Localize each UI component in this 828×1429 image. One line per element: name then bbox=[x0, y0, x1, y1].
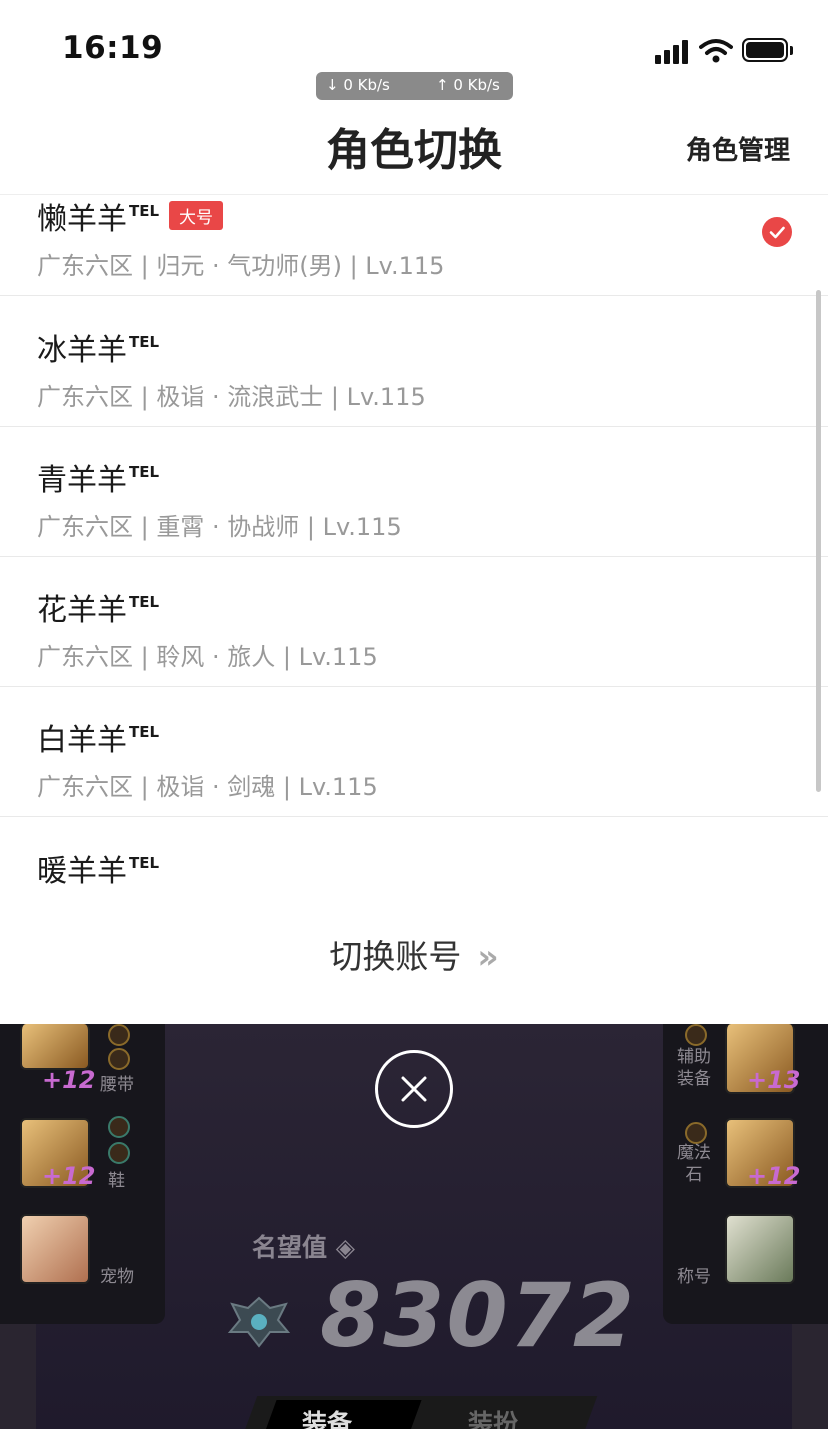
role-row[interactable]: 青羊羊 TEL 广东六区 | 重霄 · 协战师 | Lv.115 bbox=[0, 427, 828, 557]
list-scrollbar[interactable] bbox=[816, 290, 821, 792]
role-detail: 广东六区 | 聆风 · 旅人 | Lv.115 bbox=[37, 643, 378, 671]
signal-icon bbox=[655, 38, 689, 64]
role-name: 暖羊羊 TEL bbox=[37, 854, 160, 889]
game-background: +12 腰带 +12 鞋 宠物 辅助 装备 +13 魔法 石 +12 称号 名望… bbox=[0, 1024, 828, 1429]
equipment-slot[interactable] bbox=[20, 1024, 90, 1070]
status-bar: 16:19 ↓ 0 Kb/s ↑ 0 Kb/s bbox=[0, 0, 828, 100]
title-slot[interactable] bbox=[725, 1214, 795, 1284]
rank-emblem-icon bbox=[227, 1296, 291, 1348]
role-list[interactable]: 懒羊羊 TEL 大号 广东六区 | 归元 · 气功师(男) | Lv.115 冰羊羊… bbox=[0, 195, 828, 890]
double-chevron-right-icon: » bbox=[477, 937, 499, 976]
role-tag: TEL bbox=[129, 202, 160, 220]
tab-appearance[interactable]: 装扮 bbox=[468, 1404, 518, 1429]
fame-label: 名望值 ◈ bbox=[252, 1233, 355, 1262]
role-tag: TEL bbox=[129, 333, 160, 351]
role-name: 懒羊羊 TEL 大号 bbox=[37, 195, 224, 238]
role-tag: TEL bbox=[129, 854, 160, 872]
orb-icon bbox=[685, 1024, 707, 1046]
slot-label: 魔法 石 bbox=[677, 1143, 711, 1185]
role-detail: 广东六区 | 极诣 · 剑魂 | Lv.115 bbox=[37, 773, 378, 801]
role-row[interactable]: 白羊羊 TEL 广东六区 | 极诣 · 剑魂 | Lv.115 bbox=[0, 687, 828, 817]
header: 角色切换 角色管理 bbox=[0, 100, 828, 195]
role-row[interactable]: 暖羊羊 TEL bbox=[0, 818, 828, 890]
role-manage-button[interactable]: 角色管理 bbox=[686, 130, 790, 167]
role-row[interactable]: 花羊羊 TEL 广东六区 | 聆风 · 旅人 | Lv.115 bbox=[0, 557, 828, 687]
download-speed: ↓ 0 Kb/s bbox=[326, 76, 390, 94]
fame-value: 83072 bbox=[320, 1264, 637, 1367]
orb-icon bbox=[108, 1048, 130, 1070]
close-icon bbox=[401, 1076, 427, 1102]
role-detail: 广东六区 | 极诣 · 流浪武士 | Lv.115 bbox=[37, 383, 426, 411]
main-account-badge: 大号 bbox=[169, 201, 224, 230]
enhance-level: +12 bbox=[42, 1066, 96, 1094]
switch-account-button[interactable]: 切换账号» bbox=[0, 930, 828, 978]
upload-speed: ↑ 0 Kb/s bbox=[436, 76, 500, 94]
role-row[interactable]: 冰羊羊 TEL 广东六区 | 极诣 · 流浪武士 | Lv.115 bbox=[0, 297, 828, 427]
role-name: 青羊羊 TEL bbox=[37, 463, 160, 498]
role-name: 冰羊羊 TEL bbox=[37, 333, 160, 368]
enhance-level: +12 bbox=[42, 1162, 96, 1190]
network-speed-pill: ↓ 0 Kb/s ↑ 0 Kb/s bbox=[316, 72, 513, 100]
role-detail: 广东六区 | 重霄 · 协战师 | Lv.115 bbox=[37, 513, 402, 541]
orb-icon bbox=[685, 1122, 707, 1144]
role-detail: 广东六区 | 归元 · 气功师(男) | Lv.115 bbox=[37, 252, 445, 280]
pet-slot[interactable] bbox=[20, 1214, 90, 1284]
slot-label: 腰带 bbox=[100, 1075, 134, 1095]
tab-equipment[interactable]: 装备 bbox=[302, 1404, 352, 1429]
role-name: 白羊羊 TEL bbox=[37, 723, 160, 758]
left-equipment-panel: +12 腰带 +12 鞋 宠物 bbox=[0, 1024, 165, 1324]
orb-icon bbox=[108, 1024, 130, 1046]
close-button[interactable] bbox=[375, 1050, 453, 1128]
status-time: 16:19 bbox=[62, 30, 164, 66]
enhance-level: +12 bbox=[747, 1162, 801, 1190]
orb-icon bbox=[108, 1142, 130, 1164]
role-name: 花羊羊 TEL bbox=[37, 593, 160, 628]
enhance-level: +13 bbox=[747, 1066, 801, 1094]
orb-icon bbox=[108, 1116, 130, 1138]
slot-label: 称号 bbox=[677, 1267, 711, 1287]
slot-label: 鞋 bbox=[108, 1171, 125, 1191]
switch-account-area: 切换账号» bbox=[0, 890, 828, 1024]
right-equipment-panel: 辅助 装备 +13 魔法 石 +12 称号 bbox=[663, 1024, 828, 1324]
role-tag: TEL bbox=[129, 463, 160, 481]
role-row[interactable]: 懒羊羊 TEL 大号 广东六区 | 归元 · 气功师(男) | Lv.115 bbox=[0, 195, 828, 296]
role-tag: TEL bbox=[129, 593, 160, 611]
slot-label: 辅助 装备 bbox=[677, 1047, 711, 1089]
slot-label: 宠物 bbox=[100, 1267, 134, 1287]
role-tag: TEL bbox=[129, 723, 160, 741]
selected-check-icon bbox=[762, 217, 792, 247]
arrow-right-icon: ◈ bbox=[335, 1233, 355, 1262]
battery-icon bbox=[742, 38, 793, 62]
wifi-icon bbox=[699, 39, 733, 63]
